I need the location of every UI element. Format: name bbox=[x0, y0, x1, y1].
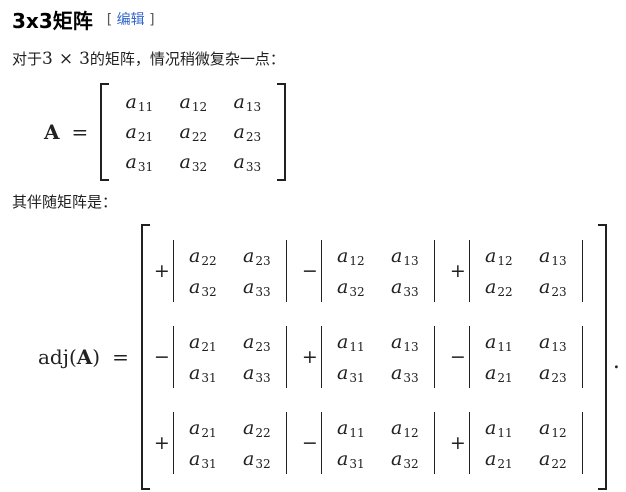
minor-determinant: a 11 a 12 a 31 a 32 bbox=[320, 412, 435, 474]
period: . bbox=[612, 349, 620, 374]
adjugate-cofactor-5: + a 11 a 13 a 31 a 33 bbox=[299, 314, 447, 400]
matrix-a-entry-32: a 32 bbox=[179, 151, 208, 174]
cofactor-sign: + bbox=[449, 260, 466, 282]
minor-determinant: a 21 a 22 a 31 a 32 bbox=[172, 412, 287, 474]
cofactor-sign: − bbox=[301, 260, 318, 282]
cofactor-sign: + bbox=[153, 260, 170, 282]
minor-entry: a 22 bbox=[189, 244, 217, 268]
minor-entry: a 12 bbox=[337, 244, 365, 268]
adj-argument: A bbox=[76, 345, 93, 369]
minor-determinant: a 11 a 12 a 21 a 22 bbox=[468, 412, 583, 474]
adjugate-brackets: + a 22 a 23 a 32 a 33− a 12 a 13 a 32 a 33 + a 12 a 13 a 22 a 23−… bbox=[140, 224, 607, 490]
cofactor-sign: + bbox=[301, 346, 318, 368]
minor-entry: a 12 bbox=[391, 416, 419, 440]
minor-determinant: a 12 a 13 a 22 a 23 bbox=[468, 240, 583, 302]
minor-determinant: a 12 a 13 a 32 a 33 bbox=[320, 240, 435, 302]
matrix-a-entry-33: a 33 bbox=[233, 151, 262, 174]
adjugate-cofactor-3: + a 12 a 13 a 22 a 23 bbox=[447, 228, 595, 314]
minor-entry: a 23 bbox=[539, 361, 567, 385]
minor-entry: a 31 bbox=[337, 447, 365, 471]
adjugate-cofactor-8: − a 11 a 12 a 31 a 32 bbox=[299, 400, 447, 486]
minor-entry: a 12 bbox=[485, 244, 513, 268]
minor-entry: a 32 bbox=[243, 447, 271, 471]
minor-entry: a 13 bbox=[391, 330, 419, 354]
minor-entry: a 13 bbox=[539, 244, 567, 268]
minor-determinant: a 22 a 23 a 32 a 33 bbox=[172, 240, 287, 302]
minor-entry: a 21 bbox=[485, 361, 513, 385]
cofactor-sign: − bbox=[153, 346, 170, 368]
minor-entry: a 22 bbox=[539, 447, 567, 471]
minor-entry: a 33 bbox=[243, 361, 271, 385]
minor-entry: a 33 bbox=[391, 361, 419, 385]
cofactor-sign: − bbox=[449, 346, 466, 368]
adjugate-grid: + a 22 a 23 a 32 a 33− a 12 a 13 a 32 a 33 + a 12 a 13 a 22 a 23−… bbox=[141, 224, 607, 490]
adjugate-cofactor-4: − a 21 a 23 a 31 a 33 bbox=[151, 314, 299, 400]
minor-determinant: a 21 a 23 a 31 a 33 bbox=[172, 326, 287, 388]
matrix-a-entry-22: a 22 bbox=[179, 121, 208, 144]
edit-section-link-wrapper: [ 编辑 ] bbox=[106, 12, 155, 28]
minor-entry: a 31 bbox=[189, 447, 217, 471]
section-title: 3x3矩阵 bbox=[12, 8, 93, 33]
adjugate-intro: 其伴随矩阵是： bbox=[12, 193, 118, 211]
minor-entry: a 31 bbox=[189, 361, 217, 385]
adjugate-cofactor-6: − a 11 a 13 a 21 a 23 bbox=[447, 314, 595, 400]
section-heading: 3x3矩阵 [ 编辑 ] bbox=[12, 2, 155, 36]
equals-sign-adj: = bbox=[112, 345, 129, 369]
minor-entry: a 32 bbox=[189, 275, 217, 299]
matrix-a-grid: a 11 a 12 a 13 a 21 a 22 a 23 a 31 a 32 a 33 bbox=[100, 83, 286, 181]
minor-entry: a 11 bbox=[485, 416, 513, 440]
matrix-a-equation: A = a 11 a 12 a 13 a 21 a 22 a 23 a 31 a 32 a 33 bbox=[44, 83, 287, 181]
minor-entry: a 33 bbox=[243, 275, 271, 299]
minor-entry: a 33 bbox=[391, 275, 419, 299]
minor-determinant: a 11 a 13 a 21 a 23 bbox=[468, 326, 583, 388]
matrix-a-entry-23: a 23 bbox=[233, 121, 262, 144]
equals-sign: = bbox=[71, 120, 89, 144]
minor-entry: a 22 bbox=[485, 275, 513, 299]
minor-entry: a 32 bbox=[391, 447, 419, 471]
minor-entry: a 11 bbox=[337, 330, 365, 354]
matrix-a-brackets: a 11 a 12 a 13 a 21 a 22 a 23 a 31 a 32 a 33 bbox=[100, 83, 287, 181]
intro-paragraph: 对于3 × 3的矩阵，情况稍微复杂一点： bbox=[12, 49, 285, 69]
minor-entry: a 21 bbox=[189, 416, 217, 440]
adjugate-cofactor-2: − a 12 a 13 a 32 a 33 bbox=[299, 228, 447, 314]
minor-entry: a 11 bbox=[485, 330, 513, 354]
adjugate-cofactor-1: + a 22 a 23 a 32 a 33 bbox=[151, 228, 299, 314]
cofactor-sign: + bbox=[153, 432, 170, 454]
minor-entry: a 21 bbox=[485, 447, 513, 471]
cofactor-sign: + bbox=[449, 432, 466, 454]
minor-entry: a 13 bbox=[539, 330, 567, 354]
matrix-a-entry-31: a 31 bbox=[125, 151, 154, 174]
cofactor-sign: − bbox=[301, 432, 318, 454]
matrix-a-entry-11: a 11 bbox=[125, 91, 154, 114]
adj-function: adj bbox=[38, 345, 69, 369]
minor-entry: a 23 bbox=[243, 330, 271, 354]
adjugate-equation: adj(A) = + a 22 a 23 a 32 a 33− a 12 a 13 a 32 a 33 + a 12 a… bbox=[38, 224, 620, 490]
minor-entry: a 11 bbox=[337, 416, 365, 440]
minor-entry: a 23 bbox=[539, 275, 567, 299]
minor-entry: a 31 bbox=[337, 361, 365, 385]
minor-entry: a 32 bbox=[337, 275, 365, 299]
minor-entry: a 13 bbox=[391, 244, 419, 268]
matrix-a-entry-12: a 12 bbox=[179, 91, 208, 114]
adjugate-cofactor-9: + a 11 a 12 a 21 a 22 bbox=[447, 400, 595, 486]
minor-entry: a 22 bbox=[243, 416, 271, 440]
adjugate-cofactor-7: + a 21 a 22 a 31 a 32 bbox=[151, 400, 299, 486]
minor-determinant: a 11 a 13 a 31 a 33 bbox=[320, 326, 435, 388]
matrix-a-symbol: A bbox=[44, 120, 60, 144]
edit-section-link[interactable]: 编辑 bbox=[117, 12, 145, 28]
minor-entry: a 21 bbox=[189, 330, 217, 354]
matrix-a-entry-13: a 13 bbox=[233, 91, 262, 114]
matrix-a-entry-21: a 21 bbox=[125, 121, 154, 144]
minor-entry: a 12 bbox=[539, 416, 567, 440]
minor-entry: a 23 bbox=[243, 244, 271, 268]
